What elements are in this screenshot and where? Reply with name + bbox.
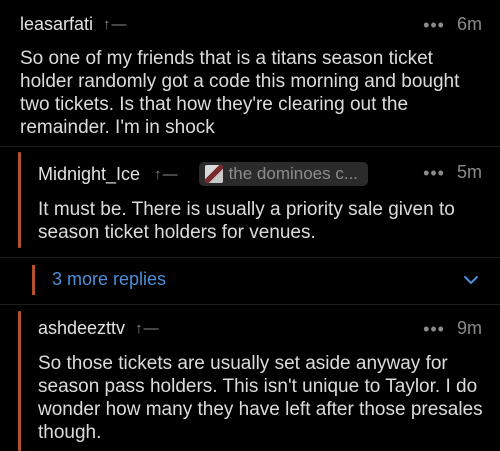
thread-line xyxy=(32,265,35,295)
timestamp: 9m xyxy=(456,318,482,338)
more-replies-row[interactable]: 3 more replies xyxy=(0,261,500,301)
divider xyxy=(0,257,500,258)
divider xyxy=(0,304,500,305)
thread-line[interactable] xyxy=(18,152,21,248)
comment-header: leasarfati ↑— xyxy=(20,14,128,35)
chevron-down-icon[interactable] xyxy=(462,271,480,289)
flair-avatar-icon xyxy=(204,165,223,183)
username[interactable]: leasarfati xyxy=(20,14,93,35)
username[interactable]: ashdeezttv xyxy=(38,318,125,339)
thread-line[interactable] xyxy=(18,311,21,451)
more-options-icon[interactable]: ••• xyxy=(423,16,445,34)
comment-meta: ••• 5m xyxy=(423,162,482,183)
comment-meta: ••• 9m xyxy=(423,318,482,339)
flair-text: the dominoes c... xyxy=(228,164,359,183)
divider xyxy=(0,146,500,147)
upvote-icon[interactable]: ↑— xyxy=(135,320,160,337)
timestamp: 5m xyxy=(456,162,482,182)
comment-header: ashdeezttv ↑— xyxy=(38,318,160,339)
more-options-icon[interactable]: ••• xyxy=(423,320,445,338)
comment-header: Midnight_Ice ↑— the dominoes c... xyxy=(38,162,369,186)
more-replies-link[interactable]: 3 more replies xyxy=(52,269,166,290)
comment-body: It must be. There is usually a priority … xyxy=(38,199,455,243)
user-flair: the dominoes c... xyxy=(198,162,369,186)
upvote-icon[interactable]: ↑— xyxy=(154,166,179,183)
timestamp: 6m xyxy=(456,14,482,34)
upvote-icon[interactable]: ↑— xyxy=(103,16,128,33)
username[interactable]: Midnight_Ice xyxy=(38,164,140,185)
comment-body: So those tickets are usually set aside a… xyxy=(38,353,483,443)
comment-meta: ••• 6m xyxy=(423,14,482,35)
comment-body: So one of my friends that is a titans se… xyxy=(20,48,460,138)
more-options-icon[interactable]: ••• xyxy=(423,164,445,182)
